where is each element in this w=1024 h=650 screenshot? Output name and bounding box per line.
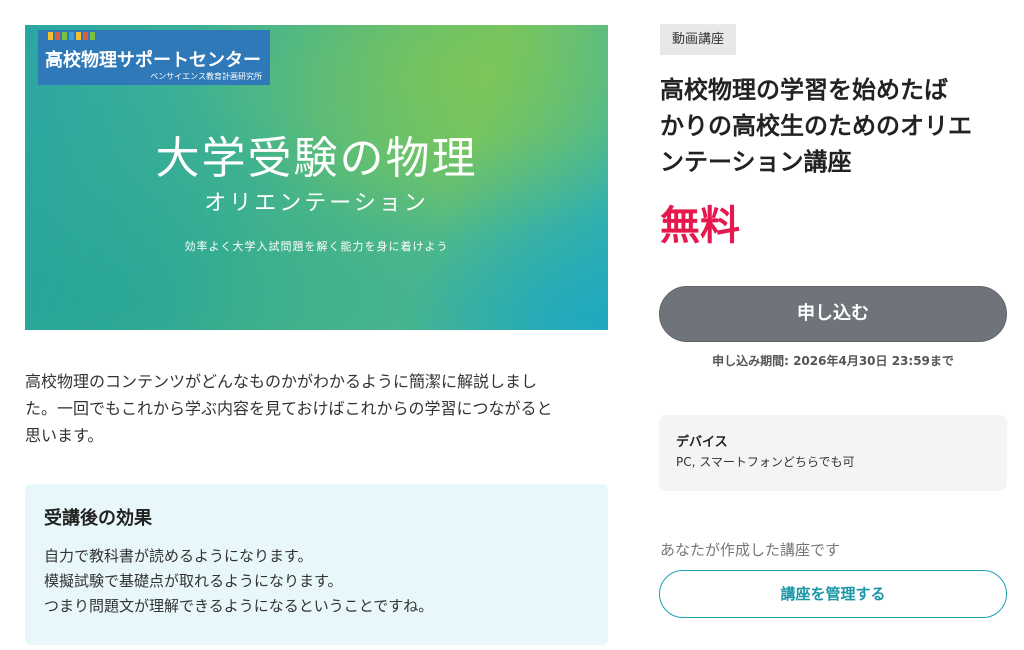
device-value: PC, スマートフォンどちらでも可	[676, 455, 855, 469]
brand-color-bar	[83, 32, 88, 40]
brand-logo: 高校物理サポートセンター ペンサイエンス教育計画研究所	[38, 30, 270, 85]
brand-subtitle: ペンサイエンス教育計画研究所	[150, 72, 262, 81]
device-info-panel: デバイス PC, スマートフォンどちらでも可	[659, 415, 1007, 491]
effects-panel: 受講後の効果 自力で教科書が読めるようになります。 模擬試験で基礎点が取れるよう…	[25, 484, 608, 645]
course-title: 高校物理の学習を始めたば かりの高校生のためのオリエ ンテーション講座	[660, 72, 1010, 180]
description-line: た。一回でもこれから学ぶ内容を見ておけばこれからの学習につながると	[25, 399, 553, 418]
description-line: 思います。	[25, 426, 104, 445]
effects-heading: 受講後の効果	[44, 508, 152, 529]
effects-item: 自力で教科書が読めるようになります。	[44, 547, 313, 565]
brand-color-bar	[55, 32, 60, 40]
course-title-line: かりの高校生のためのオリエ	[660, 112, 972, 140]
effects-item: 模擬試験で基礎点が取れるようになります。	[44, 572, 343, 590]
brand-title: 高校物理サポートセンター	[45, 50, 261, 71]
brand-color-bar	[90, 32, 95, 40]
owner-note: あなたが作成した講座です	[660, 541, 841, 559]
device-label: デバイス	[676, 435, 728, 450]
course-title-line: ンテーション講座	[660, 148, 852, 176]
brand-color-bars	[48, 32, 95, 40]
brand-color-bar	[76, 32, 81, 40]
thumbnail-tagline: 効率よく大学入試問題を解く能力を身に着けよう	[184, 240, 449, 253]
brand-color-bar	[62, 32, 67, 40]
course-thumbnail: 高校物理サポートセンター ペンサイエンス教育計画研究所 大学受験の物理 オリエン…	[25, 25, 608, 330]
course-description: 高校物理のコンテンツがどんなものかがわかるように簡潔に解説しまし た。一回でもこ…	[25, 368, 610, 449]
price-label: 無料	[660, 203, 740, 249]
description-line: 高校物理のコンテンツがどんなものかがわかるように簡潔に解説しまし	[25, 372, 538, 391]
thumbnail-title: 大学受験の物理	[155, 133, 478, 184]
apply-button[interactable]: 申し込む	[659, 286, 1007, 342]
application-deadline: 申し込み期間: 2026年4月30日 23:59まで	[712, 354, 954, 368]
course-title-line: 高校物理の学習を始めたば	[660, 76, 948, 104]
effects-item: つまり問題文が理解できるようになるということですね。	[44, 597, 434, 615]
manage-course-button[interactable]: 講座を管理する	[659, 570, 1007, 618]
course-type-badge: 動画講座	[660, 24, 737, 55]
brand-color-bar	[69, 32, 74, 40]
thumbnail-subtitle: オリエンテーション	[204, 191, 429, 216]
brand-color-bar	[48, 32, 53, 40]
